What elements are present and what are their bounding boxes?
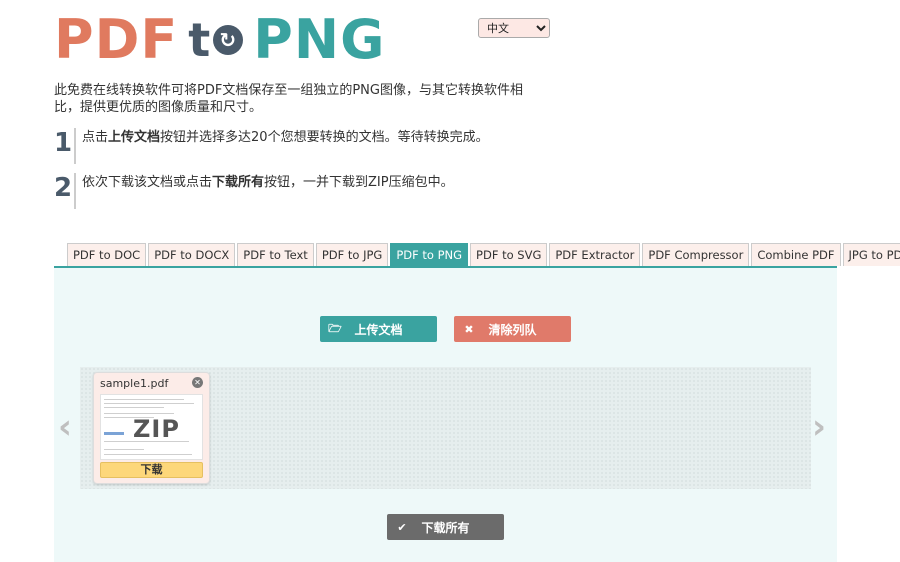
- file-thumbnail[interactable]: ZIP: [100, 394, 203, 460]
- thumb-heading: [104, 432, 124, 435]
- logo-pdf: PDF: [54, 8, 179, 71]
- tab-pdf-to-docx[interactable]: PDF to DOCX: [148, 243, 236, 266]
- tab-pdf-extractor[interactable]: PDF Extractor: [549, 243, 641, 266]
- close-icon: ✖: [464, 322, 474, 336]
- step-number: 1: [54, 128, 73, 158]
- tab-jpg-to-pdf[interactable]: JPG to PDF: [842, 243, 900, 266]
- step-text: 依次下载该文档或点击下载所有按钮，一并下载到ZIP压缩包中。: [82, 175, 454, 190]
- tab-pdf-to-svg[interactable]: PDF to SVG: [470, 243, 548, 266]
- upload-button[interactable]: 🗁 上传文档: [320, 316, 437, 342]
- tab-pdf-to-doc[interactable]: PDF to DOC: [67, 243, 147, 266]
- tab-combine-pdf[interactable]: Combine PDF: [751, 243, 841, 266]
- check-icon: ✔: [397, 520, 407, 534]
- thumb-zip-text: ZIP: [133, 415, 180, 443]
- tab-pdf-compressor[interactable]: PDF Compressor: [642, 243, 750, 266]
- tool-tabs: PDF to DOC PDF to DOCX PDF to Text PDF t…: [54, 243, 900, 268]
- thumb-line: [104, 454, 192, 455]
- thumb-line: [104, 407, 164, 408]
- chevron-right-icon[interactable]: ›: [812, 410, 826, 444]
- step-divider: [74, 128, 76, 164]
- upload-button-label: 上传文档: [354, 322, 403, 337]
- logo-to: t ↻: [188, 17, 244, 63]
- thumb-line: [104, 441, 189, 442]
- file-name: sample1.pdf: [100, 377, 169, 390]
- step-1: 1 点击上传文档按钮并选择多达20个您想要转换的文档。等待转换完成。: [54, 128, 489, 164]
- download-all-button[interactable]: ✔ 下载所有: [387, 514, 504, 540]
- folder-open-icon: 🗁: [328, 321, 342, 335]
- step-divider: [74, 173, 76, 209]
- download-file-button[interactable]: 下载: [100, 462, 203, 478]
- file-card: sample1.pdf ✕ ZIP 下载: [93, 372, 210, 484]
- logo-png: PNG: [253, 8, 386, 71]
- intro-text: 此免费在线转换软件可将PDF文档保存至一组独立的PNG图像，与其它转换软件相比，…: [54, 83, 523, 115]
- step-2: 2 依次下载该文档或点击下载所有按钮，一并下载到ZIP压缩包中。: [54, 173, 454, 209]
- clear-queue-label: 清除列队: [488, 322, 537, 337]
- clear-queue-button[interactable]: ✖ 清除列队: [454, 316, 571, 342]
- download-all-label: 下载所有: [421, 520, 470, 535]
- tab-pdf-to-png[interactable]: PDF to PNG: [390, 243, 469, 266]
- logo: PDF t ↻ PNG: [54, 12, 385, 68]
- step-text: 点击上传文档按钮并选择多达20个您想要转换的文档。等待转换完成。: [82, 130, 489, 145]
- step-number: 2: [54, 173, 73, 203]
- chevron-left-icon[interactable]: ‹: [58, 410, 72, 444]
- tab-pdf-to-jpg[interactable]: PDF to JPG: [315, 243, 389, 266]
- tab-pdf-to-text[interactable]: PDF to Text: [237, 243, 314, 266]
- thumb-line: [104, 399, 184, 400]
- thumb-line: [104, 403, 194, 404]
- convert-icon: ↻: [213, 25, 244, 55]
- thumb-line: [104, 413, 174, 414]
- remove-file-icon[interactable]: ✕: [192, 377, 203, 388]
- thumb-line: [104, 449, 144, 450]
- language-select[interactable]: 中文: [478, 18, 550, 38]
